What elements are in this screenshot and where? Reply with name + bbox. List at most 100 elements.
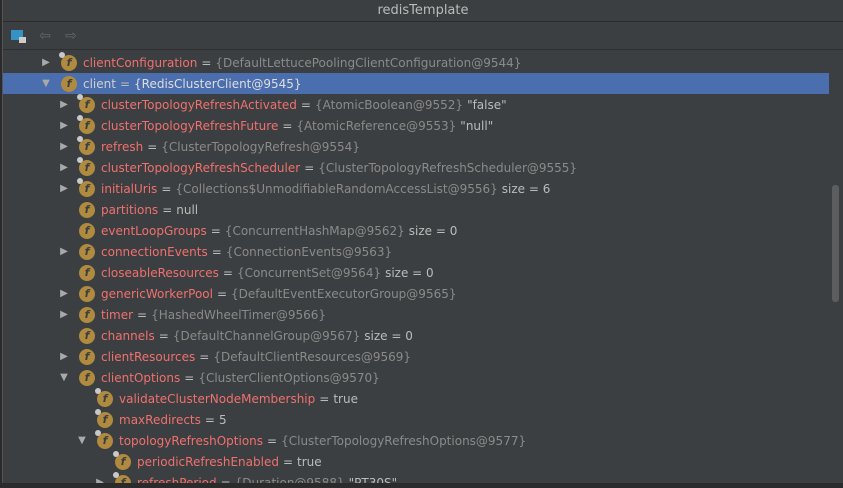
tree-row-eventLoopGroups[interactable]: f eventLoopGroups = {ConcurrentHashMap@9562… xyxy=(3,220,829,241)
field-icon: f xyxy=(77,135,95,155)
forward-icon[interactable]: ⇨ xyxy=(63,28,79,44)
field-name: timer xyxy=(101,307,134,322)
expand-arrow-icon[interactable]: ▶ xyxy=(58,99,70,110)
tree-row-clientResources[interactable]: ▶ f clientResources = {DefaultClientResource… xyxy=(3,346,829,367)
field-name: connectionEvents xyxy=(101,244,208,259)
equals-sign: = xyxy=(319,391,330,406)
tree-row-timer[interactable]: ▶ f timer = {HashedWheelTimer@9566} xyxy=(3,304,829,325)
tree-row-channels[interactable]: f channels = {DefaultChannelGroup@9567} siz… xyxy=(3,325,829,346)
equals-sign: = xyxy=(119,76,131,91)
field-icon: f xyxy=(79,327,95,344)
back-icon[interactable]: ⇦ xyxy=(37,28,53,44)
field-icon: f xyxy=(113,450,131,470)
equals-sign: = xyxy=(204,412,215,427)
tree-row-periodicRefreshEnabled[interactable]: f periodicRefreshEnabled = true xyxy=(3,450,829,472)
field-type: {DefaultEventExecutorGroup@9565} xyxy=(231,286,457,301)
field-type: {ConcurrentHashMap@9562} xyxy=(224,223,405,238)
field-type: {AtomicBoolean@9552} xyxy=(314,97,464,112)
field-icon: f xyxy=(79,285,95,302)
expand-arrow-icon[interactable]: ▶ xyxy=(58,141,70,152)
field-type: {DefaultChannelGroup@9567} xyxy=(172,328,361,343)
tree-row-partitions[interactable]: f partitions = null xyxy=(3,199,829,220)
equals-sign: = xyxy=(222,265,233,280)
equals-sign: = xyxy=(147,139,158,154)
field-name: clusterTopologyRefreshScheduler xyxy=(101,160,301,175)
tree-row-topologyRefreshOptions[interactable]: ▼ f topologyRefreshOptions = {ClusterTopolog… xyxy=(3,429,829,451)
field-icon: f xyxy=(61,75,77,92)
field-name: maxRedirects xyxy=(119,412,201,427)
expand-arrow-icon[interactable]: ▶ xyxy=(40,57,52,68)
window-title: redisTemplate xyxy=(3,0,843,22)
collapse-arrow-icon[interactable]: ▼ xyxy=(40,78,52,89)
tree-row-closeableResources[interactable]: f closeableResources = {ConcurrentSet@9564}… xyxy=(3,262,829,283)
expand-arrow-icon[interactable]: ▶ xyxy=(58,351,70,362)
equals-sign: = xyxy=(216,286,228,301)
field-name: clientOptions xyxy=(101,370,181,385)
expand-arrow-icon[interactable]: ▶ xyxy=(58,183,70,194)
tree-row-clientConfiguration[interactable]: ▶ f clientConfiguration = {DefaultLettucePoo… xyxy=(3,52,829,73)
field-type: {ConnectionEvents@9563} xyxy=(225,244,393,259)
field-value: 5 xyxy=(218,412,227,427)
field-type: {Duration@9588} xyxy=(234,475,345,484)
collapse-arrow-icon[interactable]: ▼ xyxy=(58,372,70,383)
expand-arrow-icon[interactable]: ▶ xyxy=(58,246,70,257)
expand-arrow-icon[interactable]: ▶ xyxy=(58,288,70,299)
field-name: periodicRefreshEnabled xyxy=(137,454,279,469)
field-icon: f xyxy=(77,156,95,176)
field-name: topologyRefreshOptions xyxy=(119,433,264,448)
tree-row-clusterTopologyRefreshScheduler[interactable]: ▶ f clusterTopologyRefreshScheduler = {Clust… xyxy=(3,156,829,178)
tree-row-clusterTopologyRefreshActivated[interactable]: ▶ f clusterTopologyRefreshActivated = {Atomi… xyxy=(3,93,829,115)
equals-sign: = xyxy=(199,349,210,364)
field-value: true xyxy=(333,391,358,406)
field-icon: f xyxy=(95,387,113,407)
tree-row-maxRedirects[interactable]: f maxRedirects = 5 xyxy=(3,408,829,430)
field-icon: f xyxy=(113,471,131,483)
tree-row-clusterTopologyRefreshFuture[interactable]: ▶ f clusterTopologyRefreshFuture = {AtomicRe… xyxy=(3,114,829,136)
expand-arrow-icon[interactable]: ▶ xyxy=(58,162,70,173)
field-name: validateClusterNodeMembership xyxy=(119,391,316,406)
collapse-arrow-icon[interactable]: ▼ xyxy=(76,435,88,446)
field-name: channels xyxy=(101,328,155,343)
field-name: initialUris xyxy=(101,181,158,196)
field-icon: f xyxy=(79,243,95,260)
expand-arrow-icon[interactable]: ▶ xyxy=(58,309,70,320)
field-type: {RedisClusterClient@9545} xyxy=(134,76,302,91)
equals-sign: = xyxy=(220,475,231,484)
tree-row-refresh[interactable]: ▶ f refresh = {ClusterTopologyRefresh@9554} xyxy=(3,135,829,157)
tree-row-connectionEvents[interactable]: ▶ f connectionEvents = {ConnectionEvents@956… xyxy=(3,241,829,262)
field-value: null xyxy=(176,202,199,217)
tree-row-initialUris[interactable]: ▶ f initialUris = {Collections$UnmodifiableR… xyxy=(3,177,829,199)
tree-row-genericWorkerPool[interactable]: ▶ f genericWorkerPool = {DefaultEventExecuto… xyxy=(3,283,829,304)
expand-arrow-icon[interactable]: ▶ xyxy=(58,120,70,131)
tree-row-client[interactable]: ▼ f client = {RedisClusterClient@9545} xyxy=(3,73,829,94)
equals-sign: = xyxy=(201,55,212,70)
equals-sign: = xyxy=(162,202,173,217)
field-type: {DefaultLettucePoolingClientConfiguratio… xyxy=(215,55,522,70)
field-type: {ConcurrentSet@9564} xyxy=(236,265,382,280)
equals-sign: = xyxy=(282,118,293,133)
field-type: {ClusterClientOptions@9570} xyxy=(198,370,380,385)
field-icon: f xyxy=(77,93,95,113)
field-value: size = 0 xyxy=(385,265,434,280)
tree-row-clientOptions[interactable]: ▼ f clientOptions = {ClusterClientOptions@95… xyxy=(3,367,829,388)
field-type: {AtomicReference@9553} xyxy=(296,118,457,133)
field-icon: f xyxy=(95,408,113,428)
equals-sign: = xyxy=(304,160,315,175)
background-editor-strip xyxy=(0,483,843,488)
field-icon: f xyxy=(79,306,95,323)
field-icon: f xyxy=(79,201,95,218)
field-name: client xyxy=(83,76,116,91)
frames-icon[interactable] xyxy=(11,28,27,44)
equals-sign: = xyxy=(184,370,195,385)
field-name: clientResources xyxy=(101,349,196,364)
field-value: true xyxy=(297,454,322,469)
field-type: {ClusterTopologyRefresh@9554} xyxy=(161,139,360,154)
vertical-scrollbar[interactable] xyxy=(832,185,839,302)
tree-row-refreshPeriod[interactable]: ▶ f refreshPeriod = {Duration@9588} "PT30S" xyxy=(3,471,829,484)
field-type: {ClusterTopologyRefreshOptions@9577} xyxy=(281,433,527,448)
equals-sign: = xyxy=(282,454,294,469)
field-icon: f xyxy=(79,348,95,365)
variables-tree[interactable]: ▶ f clientConfiguration = {DefaultLettucePoo… xyxy=(3,52,829,483)
tree-row-validateClusterNodeMembership[interactable]: f validateClusterNodeMembership = true xyxy=(3,387,829,409)
equals-sign: = xyxy=(267,433,278,448)
